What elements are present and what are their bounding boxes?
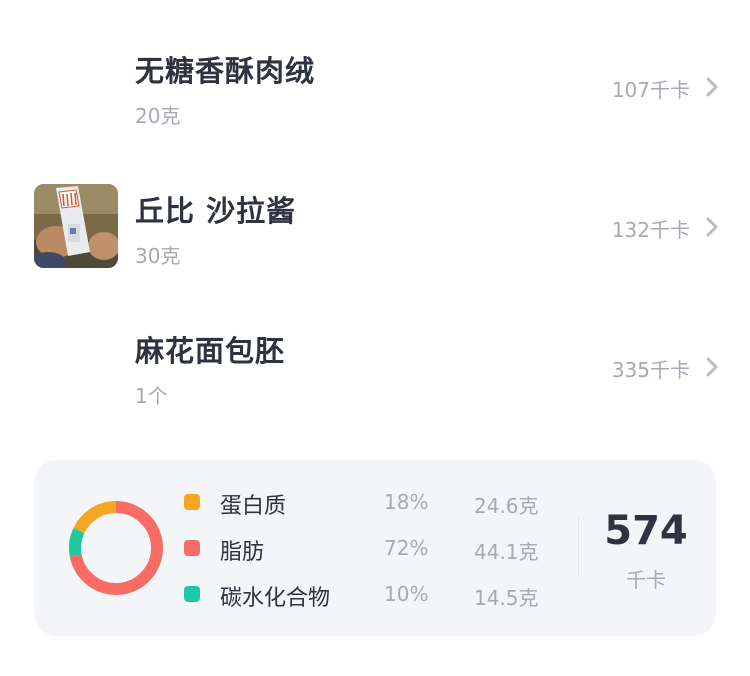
food-calories: 335千卡 — [611, 358, 690, 382]
macro-name: 碳水化合物 — [220, 586, 331, 611]
macro-percent: 10% — [384, 582, 429, 606]
macro-percent: 18% — [384, 490, 429, 514]
macro-name: 脂肪 — [220, 540, 265, 565]
food-name: 麻花面包胚 — [135, 334, 286, 368]
chevron-right-icon — [702, 216, 722, 238]
macro-row-carbs: 碳水化合物 10% 14.5克 — [34, 574, 574, 614]
food-calories: 107千卡 — [611, 78, 690, 102]
chevron-right-icon — [702, 76, 722, 98]
fat-color-dot — [184, 540, 200, 556]
macro-grams: 44.1克 — [474, 540, 539, 564]
food-calories: 132千卡 — [611, 218, 690, 242]
macro-grams: 14.5克 — [474, 586, 539, 610]
food-amount: 30克 — [135, 244, 181, 268]
food-thumbnail — [34, 184, 118, 268]
food-item-salad-dressing[interactable]: 丘比 沙拉酱 30克 132千卡 — [0, 140, 750, 280]
nutrition-summary-card: 蛋白质 18% 24.6克 脂肪 72% 44.1克 碳水化合物 10% 14.… — [34, 460, 716, 636]
food-name: 丘比 沙拉酱 — [135, 194, 297, 228]
food-name: 无糖香酥肉绒 — [135, 54, 316, 88]
total-calories-unit: 千卡 — [626, 568, 666, 592]
macro-grams: 24.6克 — [474, 494, 539, 518]
food-amount: 20克 — [135, 104, 181, 128]
food-amount: 1个 — [135, 384, 168, 408]
carbs-color-dot — [184, 586, 200, 602]
total-calories-value: 574 — [604, 508, 688, 554]
macro-row-fat: 脂肪 72% 44.1克 — [34, 528, 574, 568]
macro-name: 蛋白质 — [220, 494, 287, 519]
macro-row-protein: 蛋白质 18% 24.6克 — [34, 482, 574, 522]
protein-color-dot — [184, 494, 200, 510]
macro-percent: 72% — [384, 536, 429, 560]
food-item-rouxong[interactable]: 无糖香酥肉绒 20克 107千卡 — [0, 0, 750, 140]
card-divider — [578, 518, 579, 576]
food-item-twist-bread[interactable]: 麻花面包胚 1个 335千卡 — [0, 280, 750, 420]
chevron-right-icon — [702, 356, 722, 378]
